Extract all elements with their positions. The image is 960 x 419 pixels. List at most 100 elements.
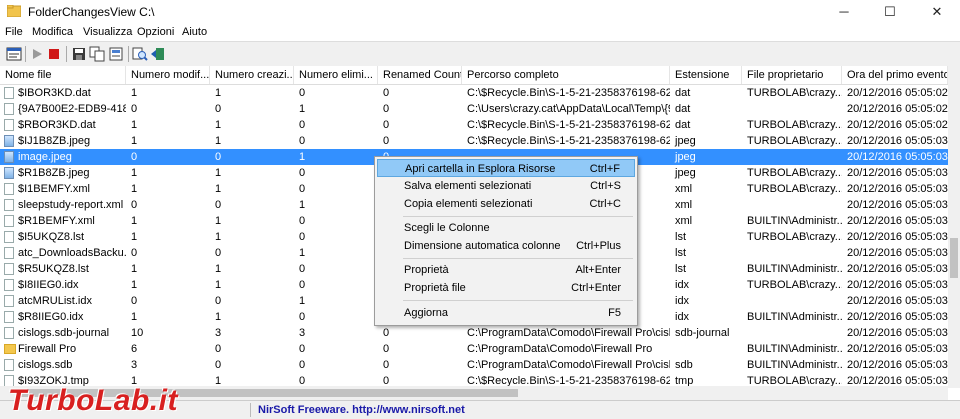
table-cell: 3 xyxy=(299,327,306,339)
table-cell: 20/12/2016 05:05:03 xyxy=(847,343,948,355)
table-row[interactable]: Firewall Pro 6 0 0 0 C:\ProgramData\Comodo\Fi… xyxy=(0,341,948,357)
status-separator xyxy=(250,403,251,417)
table-cell xyxy=(742,325,842,341)
table-cell: 1 xyxy=(215,215,222,227)
table-cell: 0 xyxy=(299,215,306,227)
menu-shortcut: Ctrl+S xyxy=(590,180,621,192)
table-cell: 20/12/2016 05:05:03 xyxy=(847,231,948,243)
properties-icon[interactable] xyxy=(6,46,22,62)
table-cell: sleepstudy-report.xml xyxy=(18,199,124,211)
context-refresh[interactable]: Aggiorna F5 xyxy=(377,304,635,322)
table-cell: {9A7B00E2-EDB9-418... xyxy=(18,103,126,115)
table-row[interactable]: cislogs.sdb 3 0 0 0 C:\ProgramData\Comodo\Fir… xyxy=(0,357,948,373)
play-icon[interactable] xyxy=(29,46,45,62)
table-cell: BUILTIN\Administr... xyxy=(747,311,842,323)
vertical-scrollbar[interactable] xyxy=(948,66,960,388)
menu-visualizza[interactable]: Visualizza xyxy=(83,26,132,38)
table-cell: 1 xyxy=(131,167,138,179)
table-row[interactable]: $RBOR3KD.dat 1 1 0 0 C:\$Recycle.Bin\S-1-5-21… xyxy=(0,117,948,133)
table-cell xyxy=(742,101,842,117)
table-row[interactable]: cislogs.sdb-journal 10 3 3 0 C:\ProgramData\C… xyxy=(0,325,948,341)
menu-label: Salva elementi selezionati xyxy=(404,180,532,192)
table-cell: 20/12/2016 05:05:03 xyxy=(847,279,948,291)
column-header[interactable]: Percorso completo xyxy=(462,66,670,84)
menu-aiuto[interactable]: Aiuto xyxy=(182,26,207,38)
context-save-selected[interactable]: Salva elementi selezionati Ctrl+S xyxy=(377,177,635,195)
menu-opzioni[interactable]: Opzioni xyxy=(137,26,174,38)
table-cell: idx xyxy=(675,311,690,323)
table-cell: 1 xyxy=(215,167,222,179)
nirsoft-link[interactable]: NirSoft Freeware. http://www.nirsoft.net xyxy=(258,404,465,416)
menu-modifica[interactable]: Modifica xyxy=(32,26,73,38)
context-choose-columns[interactable]: Scegli le Colonne xyxy=(377,219,635,237)
menu-shortcut: Ctrl+Plus xyxy=(576,240,621,252)
table-cell: 1 xyxy=(131,311,138,323)
column-header[interactable]: Numero modif... xyxy=(126,66,210,84)
table-cell: lst xyxy=(675,263,686,275)
table-row[interactable]: $IBOR3KD.dat 1 1 0 0 C:\$Recycle.Bin\S-1-5-21… xyxy=(0,85,948,101)
column-header[interactable]: Estensione xyxy=(670,66,742,84)
context-auto-size-columns[interactable]: Dimensione automatica colonne Ctrl+Plus xyxy=(377,237,635,255)
save-icon[interactable] xyxy=(71,46,87,62)
table-cell: dat xyxy=(675,103,691,115)
table-cell: 1 xyxy=(131,263,138,275)
title-bar: FolderChangesView C:\ ─ ☐ ✕ xyxy=(0,0,960,24)
column-header[interactable]: Nome file xyxy=(0,66,126,84)
table-row[interactable]: {9A7B00E2-EDB9-418... 0 0 1 0 C:\Users\crazy.… xyxy=(0,101,948,117)
column-header[interactable]: File proprietario xyxy=(742,66,842,84)
context-open-folder[interactable]: Apri cartella in Esplora Risorse Ctrl+F xyxy=(377,159,635,177)
table-cell: jpeg xyxy=(675,167,696,179)
table-cell: 0 xyxy=(299,311,306,323)
toolbar xyxy=(0,41,960,67)
table-row[interactable]: $IJ1B8ZB.jpeg 1 1 0 0 C:\$Recycle.Bin\S-1-5-2… xyxy=(0,133,948,149)
table-cell: Firewall Pro xyxy=(18,343,77,355)
column-header[interactable]: Ora del primo evento xyxy=(842,66,948,84)
table-cell: 1 xyxy=(215,135,222,147)
close-button[interactable]: ✕ xyxy=(914,0,960,24)
table-cell: $R1B8ZB.jpeg xyxy=(18,167,90,179)
table-cell: BUILTIN\Administr... xyxy=(747,263,842,275)
stop-icon[interactable] xyxy=(46,46,62,62)
table-cell: 1 xyxy=(215,231,222,243)
table-cell: 0 xyxy=(299,231,306,243)
menu-shortcut: Ctrl+Enter xyxy=(571,282,621,294)
table-cell: BUILTIN\Administr... xyxy=(747,215,842,227)
column-header[interactable]: Numero elimi... xyxy=(294,66,378,84)
table-cell: $IJ1B8ZB.jpeg xyxy=(18,135,91,147)
table-cell: 1 xyxy=(215,263,222,275)
table-cell: $R1BEMFY.xml xyxy=(18,215,95,227)
context-file-properties[interactable]: Proprietà file Ctrl+Enter xyxy=(377,279,635,297)
maximize-button[interactable]: ☐ xyxy=(867,0,913,24)
menu-label: Scegli le Colonne xyxy=(404,222,490,234)
find-icon[interactable] xyxy=(132,46,148,62)
table-cell: atcMRUList.idx xyxy=(18,295,92,307)
table-cell: 0 xyxy=(215,295,222,307)
toolbar-separator xyxy=(66,46,67,62)
table-cell: 20/12/2016 05:05:03 xyxy=(847,247,948,259)
table-cell: BUILTIN\Administr... xyxy=(747,359,842,371)
context-copy-selected[interactable]: Copia elementi selezionati Ctrl+C xyxy=(377,195,635,213)
copy-icon[interactable] xyxy=(89,46,105,62)
column-header[interactable]: Numero creazi... xyxy=(210,66,294,84)
menu-file[interactable]: File xyxy=(5,26,23,38)
context-properties[interactable]: Proprietà Alt+Enter xyxy=(377,261,635,279)
table-cell: 1 xyxy=(299,247,306,259)
column-header[interactable]: Renamed Count xyxy=(378,66,462,84)
vertical-scroll-thumb[interactable] xyxy=(950,238,958,278)
exit-icon[interactable] xyxy=(150,46,166,62)
table-cell: TURBOLAB\crazy.... xyxy=(747,167,842,179)
table-cell: $I8IIEG0.idx xyxy=(18,279,79,291)
table-cell: TURBOLAB\crazy.... xyxy=(747,231,842,243)
toolbar-separator xyxy=(128,46,129,62)
table-cell: sdb-journal xyxy=(675,327,730,339)
html-report-icon[interactable] xyxy=(108,46,124,62)
table-cell: 0 xyxy=(131,151,138,163)
table-cell: atc_DownloadsBacku... xyxy=(18,247,126,259)
toolbar-separator xyxy=(25,46,26,62)
table-cell: 1 xyxy=(215,87,222,99)
table-cell: 0 xyxy=(299,343,306,355)
table-cell: $I5UKQZ8.lst xyxy=(18,231,85,243)
menu-label: Apri cartella in Esplora Risorse xyxy=(405,163,556,175)
table-cell: sdb xyxy=(675,359,693,371)
minimize-button[interactable]: ─ xyxy=(821,0,867,24)
